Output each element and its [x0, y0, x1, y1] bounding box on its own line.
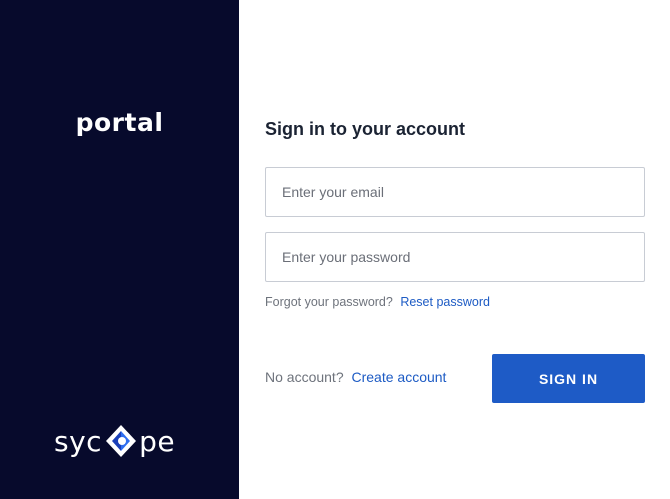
reset-password-link[interactable]: Reset password — [400, 295, 490, 309]
create-account-link[interactable]: Create account — [352, 369, 447, 385]
brand-prefix: syc — [54, 424, 103, 458]
brand-logo: syc pe — [54, 423, 175, 459]
email-field[interactable] — [265, 167, 645, 217]
no-account-text: No account? — [265, 369, 344, 385]
no-account-row: No account? Create account — [265, 369, 446, 385]
forgot-password-text: Forgot your password? — [265, 295, 393, 309]
login-panel: Sign in to your account Forgot your pass… — [239, 0, 670, 499]
sign-in-button[interactable]: SIGN IN — [492, 354, 645, 403]
portal-title: portal — [75, 108, 164, 137]
brand-suffix: pe — [139, 424, 176, 458]
sycope-diamond-logo-icon — [106, 425, 137, 457]
page-title: Sign in to your account — [265, 119, 466, 139]
forgot-password-row: Forgot your password? Reset password — [265, 295, 490, 309]
password-field[interactable] — [265, 232, 645, 282]
sidebar: portal syc pe — [0, 0, 239, 499]
